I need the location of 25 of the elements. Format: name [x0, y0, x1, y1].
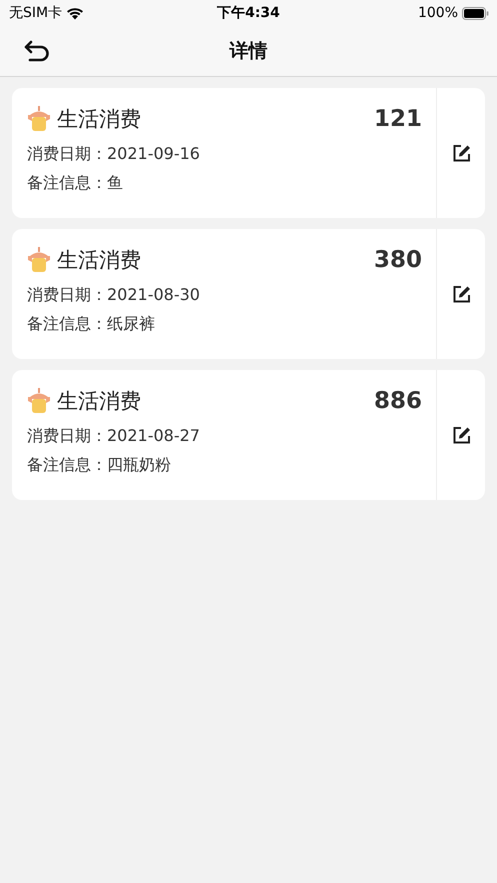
category-text: 生活消费	[57, 388, 141, 415]
date-text: 消费日期：2021-08-30	[27, 285, 201, 306]
amount-text: 886	[374, 388, 422, 414]
carrier-text: 无SIM卡	[9, 4, 62, 22]
note-text: 备注信息：鱼	[27, 173, 124, 194]
wifi-icon	[66, 6, 84, 20]
page-title: 详情	[230, 39, 268, 64]
battery-icon	[462, 6, 489, 20]
note-text: 备注信息：四瓶奶粉	[27, 455, 172, 476]
amount-text: 121	[374, 106, 422, 132]
date-text: 消费日期：2021-09-16	[27, 144, 201, 165]
amount-text: 380	[374, 247, 422, 273]
category-text: 生活消费	[57, 247, 141, 274]
category-text: 生活消费	[57, 106, 141, 133]
back-icon[interactable]	[24, 40, 50, 62]
edit-icon[interactable]	[452, 284, 470, 304]
edit-icon[interactable]	[452, 426, 470, 444]
date-text: 消费日期：2021-08-27	[27, 426, 201, 447]
battery-percent-text: 100%	[418, 5, 458, 21]
sippy-cup-icon	[27, 106, 51, 132]
sippy-cup-icon	[27, 388, 51, 414]
clock-text: 下午4:34	[217, 4, 280, 22]
note-text: 备注信息：纸尿裤	[27, 314, 156, 335]
edit-icon[interactable]	[452, 144, 470, 162]
sippy-cup-icon	[27, 247, 51, 273]
